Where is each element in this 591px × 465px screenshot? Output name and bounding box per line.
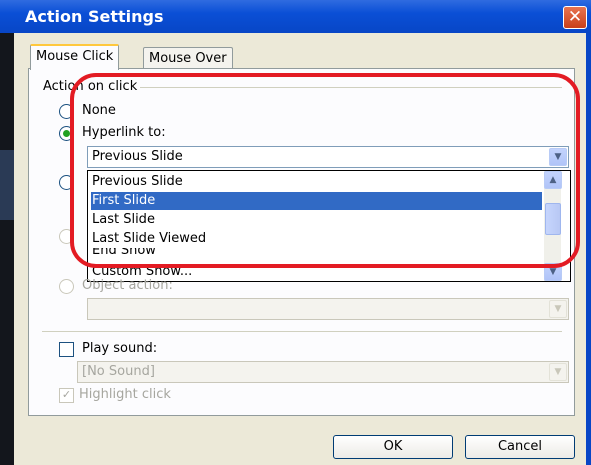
list-item-last-slide-viewed[interactable]: Last Slide Viewed	[91, 230, 542, 248]
radio-selected-dot	[63, 130, 70, 137]
cancel-button[interactable]: Cancel	[465, 435, 575, 459]
run-macro-radio[interactable]	[59, 229, 74, 244]
highlight-click-checkbox[interactable]: ✓	[59, 388, 74, 403]
tab-mouse-over[interactable]: Mouse Over	[143, 47, 233, 70]
none-radio[interactable]	[59, 104, 74, 119]
background-strip-highlight	[0, 150, 14, 220]
hyperlink-dropdown-value: Previous Slide	[92, 149, 183, 164]
list-item-end-show[interactable]: End Show	[91, 248, 542, 258]
ok-button[interactable]: OK	[333, 435, 453, 459]
window-title: Action Settings	[25, 7, 164, 26]
sound-dropdown-value: [No Sound]	[82, 364, 155, 379]
play-sound-label: Play sound:	[82, 341, 158, 356]
tab-mouse-click[interactable]: Mouse Click	[30, 44, 120, 70]
hyperlink-options-list[interactable]: Previous Slide First Slide Last Slide La…	[87, 170, 571, 282]
action-group-label: Action on click	[40, 79, 141, 94]
chevron-down-icon[interactable]: ▼	[549, 148, 567, 166]
run-program-radio[interactable]	[59, 175, 74, 190]
list-item-previous-slide[interactable]: Previous Slide	[91, 173, 542, 191]
hyperlink-dropdown[interactable]: Previous Slide ▼	[87, 146, 569, 168]
list-scrollbar[interactable]: ▲ ▼	[544, 171, 562, 281]
window-border	[586, 33, 591, 465]
chevron-down-icon[interactable]: ▼	[549, 300, 567, 318]
object-action-radio[interactable]	[59, 279, 74, 294]
separator	[42, 331, 562, 332]
list-item-first-slide[interactable]: First Slide	[91, 192, 542, 210]
scroll-down-icon[interactable]: ▼	[544, 263, 562, 281]
sound-dropdown[interactable]: [No Sound] ▼	[77, 361, 569, 383]
close-icon[interactable]: ✕	[563, 6, 587, 29]
object-action-dropdown[interactable]: ▼	[87, 298, 569, 320]
hyperlink-radio[interactable]	[59, 126, 74, 141]
scroll-up-icon[interactable]: ▲	[544, 171, 562, 189]
chevron-down-icon[interactable]: ▼	[549, 363, 567, 381]
hyperlink-label: Hyperlink to:	[82, 125, 166, 140]
none-label: None	[82, 103, 116, 118]
highlight-click-label: Highlight click	[79, 387, 171, 402]
list-item-last-slide[interactable]: Last Slide	[91, 211, 542, 229]
play-sound-checkbox[interactable]	[59, 342, 74, 357]
scroll-thumb[interactable]	[545, 203, 561, 235]
object-action-label: Object action:	[82, 278, 173, 293]
background-strip	[0, 33, 14, 465]
